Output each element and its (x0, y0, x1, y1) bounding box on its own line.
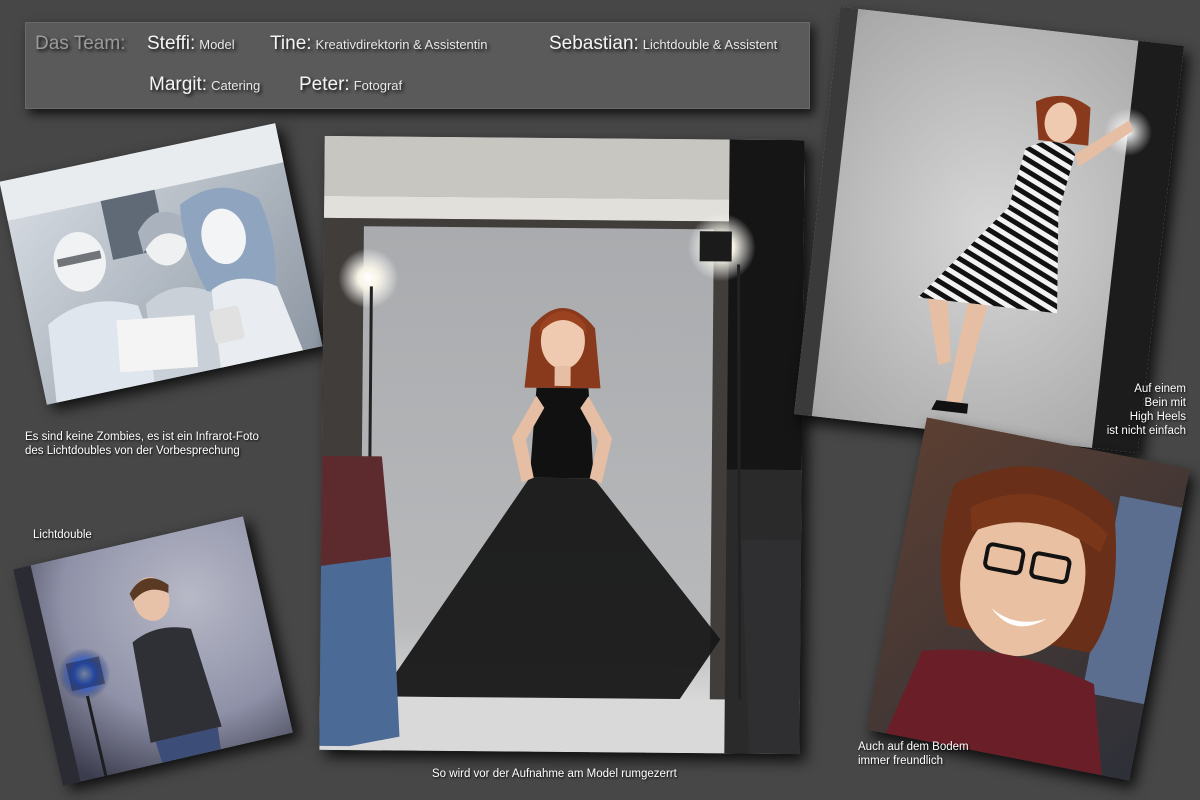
caption-line: immer freundlich (858, 755, 943, 767)
member-role: Model (199, 37, 235, 52)
smile-photo (866, 417, 1190, 781)
team-title: Das Team: (35, 33, 126, 54)
member-name: Sebastian: (549, 33, 639, 54)
member-name: Steffi: (147, 33, 196, 54)
caption-line: Auch auf dem Bodem (858, 741, 969, 753)
member-role: Fotograf (353, 78, 403, 93)
member-role: Kreativdirektorin & Assistentin (315, 37, 488, 52)
main-photo (319, 135, 805, 755)
infrared-caption: Es sind keine Zombies, es ist ein Infrar… (25, 430, 259, 458)
smile-caption: Auch auf dem Bodem immer freundlich (858, 740, 969, 768)
lichtdouble-caption: Lichtdouble (33, 529, 92, 541)
caption-line: des Lichtdoubles von der Vorbesprechung (25, 445, 240, 457)
caption-line: ist nicht einfach (1106, 425, 1186, 437)
team-member-sebastian: Sebastian: Lichtdouble & Assistent (549, 33, 777, 55)
caption-line: Es sind keine Zombies, es ist ein Infrar… (25, 431, 259, 443)
lichtdouble-photo (13, 516, 293, 786)
team-member-tine: Tine: Kreativdirektorin & Assistentin (270, 33, 488, 55)
caption-line: Bein mit (1144, 397, 1186, 409)
team-member-steffi: Steffi: Model (147, 33, 235, 55)
caption-line: Auf einem (1134, 383, 1186, 395)
team-panel: Das Team: Steffi: Model Tine: Kreativdirek… (25, 22, 810, 109)
member-role: Lichtdouble & Assistent (642, 37, 778, 52)
infrared-photo (0, 123, 323, 405)
caption-line: High Heels (1129, 411, 1186, 423)
high-heels-caption: Auf einem Bein mit High Heels ist nicht … (1098, 382, 1186, 438)
member-name: Margit: (149, 74, 208, 95)
team-member-margit: Margit: Catering (149, 74, 260, 96)
team-member-peter: Peter: Fotograf (299, 74, 402, 96)
member-name: Tine: (270, 33, 312, 54)
member-role: Catering (211, 78, 261, 93)
member-name: Peter: (299, 74, 350, 95)
main-caption: So wird vor der Aufnahme am Model rumgez… (432, 768, 677, 780)
